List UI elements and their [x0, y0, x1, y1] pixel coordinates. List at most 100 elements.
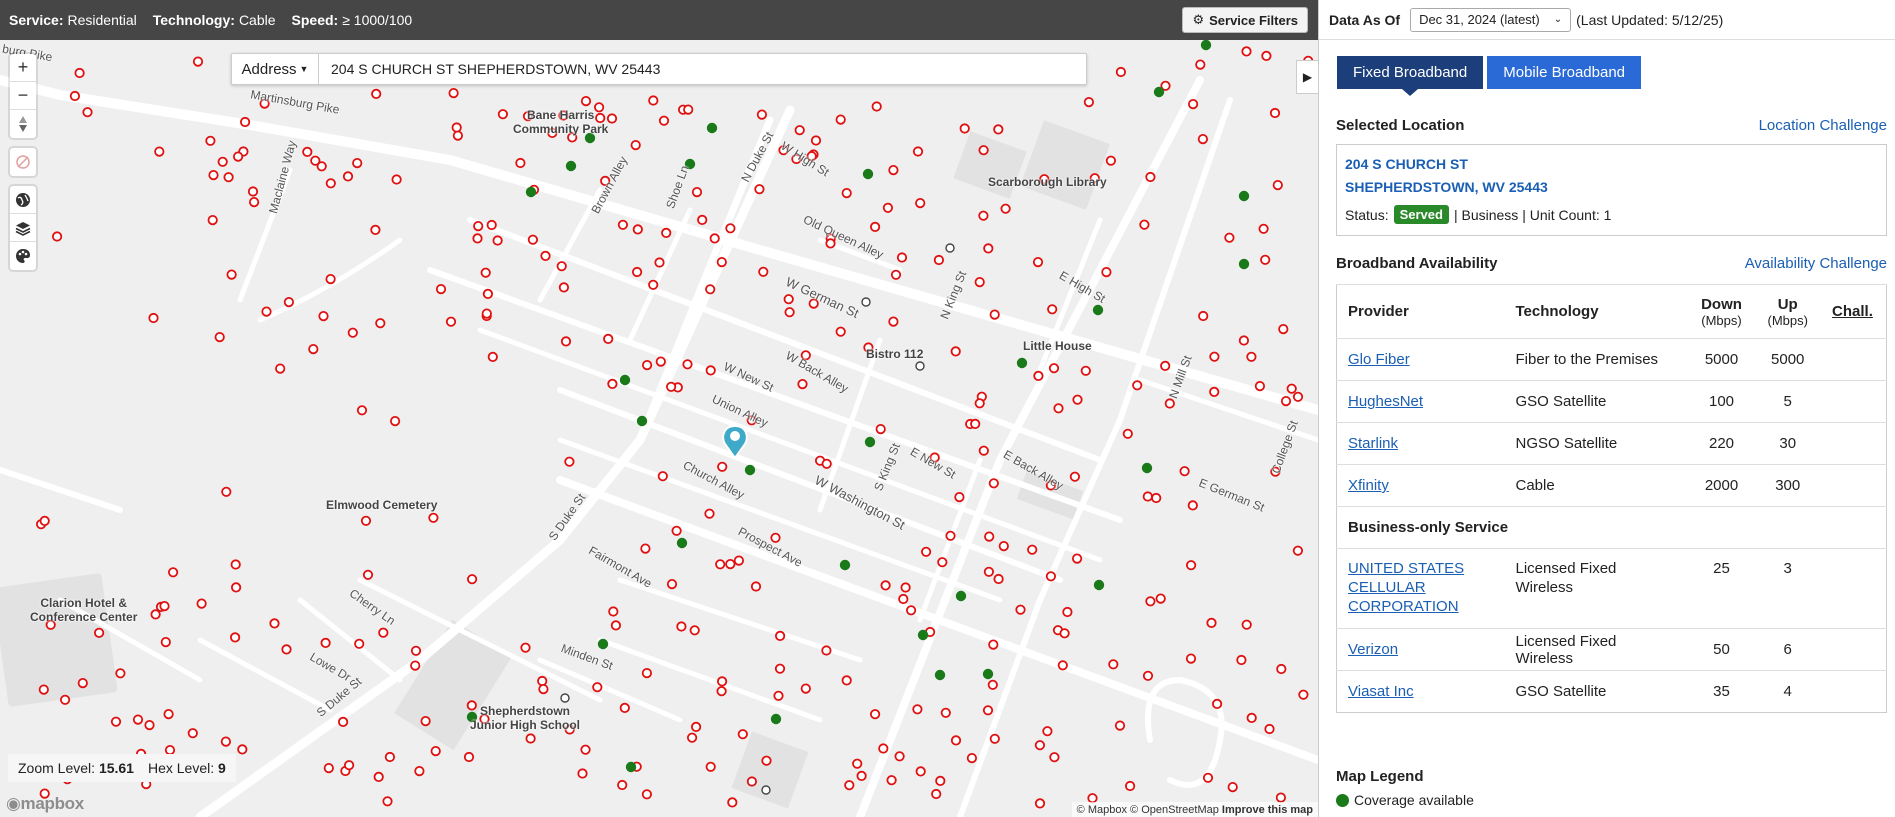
location-marker[interactable]	[1202, 772, 1214, 783]
location-marker[interactable]	[384, 751, 395, 763]
location-marker[interactable]	[869, 709, 881, 720]
location-marker[interactable]	[682, 359, 693, 370]
zoom-out-button[interactable]: −	[10, 82, 36, 110]
address-search-input[interactable]	[319, 61, 1086, 77]
location-marker[interactable]	[451, 122, 462, 133]
location-marker[interactable]	[1034, 740, 1046, 751]
location-marker[interactable]	[658, 115, 670, 126]
location-marker[interactable]	[603, 333, 614, 344]
location-marker[interactable]	[497, 109, 508, 120]
location-marker[interactable]	[487, 351, 498, 362]
location-marker[interactable]	[705, 284, 716, 295]
location-marker[interactable]	[343, 760, 355, 771]
location-marker[interactable]	[249, 197, 260, 208]
location-marker[interactable]	[657, 471, 668, 482]
location-marker[interactable]	[577, 768, 588, 779]
location-marker[interactable]	[856, 770, 867, 782]
location-marker[interactable]	[445, 316, 457, 327]
location-marker[interactable]	[1151, 492, 1162, 504]
coverage-marker[interactable]	[862, 168, 874, 180]
location-marker[interactable]	[1197, 134, 1209, 145]
location-marker[interactable]	[463, 751, 475, 763]
location-marker[interactable]	[933, 254, 945, 266]
location-marker[interactable]	[352, 158, 363, 169]
location-marker[interactable]	[520, 642, 531, 653]
location-marker[interactable]	[1059, 628, 1070, 639]
location-marker[interactable]	[988, 478, 999, 489]
basemap-style-button[interactable]	[10, 242, 36, 270]
location-marker[interactable]	[39, 515, 50, 526]
location-marker[interactable]	[515, 157, 526, 169]
location-marker[interactable]	[746, 776, 758, 787]
location-marker[interactable]	[689, 625, 700, 636]
location-marker[interactable]	[640, 543, 651, 554]
location-marker[interactable]	[163, 708, 174, 720]
location-marker[interactable]	[841, 675, 852, 686]
location-marker[interactable]	[356, 405, 368, 416]
location-marker[interactable]	[970, 418, 981, 429]
location-marker[interactable]	[978, 445, 989, 456]
location-marker[interactable]	[580, 95, 592, 107]
location-marker[interactable]	[1000, 203, 1011, 214]
location-marker[interactable]	[482, 288, 493, 299]
location-marker[interactable]	[869, 221, 881, 232]
location-marker[interactable]	[371, 88, 382, 100]
location-marker[interactable]	[1122, 428, 1133, 439]
location-marker[interactable]	[592, 682, 603, 693]
location-marker[interactable]	[486, 219, 497, 231]
location-marker[interactable]	[978, 210, 989, 221]
collapse-panel-button[interactable]: ▶	[1296, 60, 1318, 94]
location-marker[interactable]	[148, 312, 159, 324]
location-marker[interactable]	[1188, 98, 1199, 110]
location-marker[interactable]	[725, 223, 736, 234]
location-marker[interactable]	[1125, 780, 1136, 792]
location-marker[interactable]	[1132, 380, 1143, 391]
location-marker[interactable]	[716, 676, 728, 687]
location-marker[interactable]	[1160, 360, 1171, 371]
map-canvas[interactable]	[0, 40, 1318, 817]
location-marker[interactable]	[1115, 66, 1127, 78]
location-marker[interactable]	[725, 558, 736, 570]
location-marker[interactable]	[527, 234, 539, 245]
location-marker[interactable]	[560, 693, 570, 703]
location-marker[interactable]	[1164, 398, 1175, 409]
coverage-marker[interactable]	[917, 629, 929, 641]
location-marker[interactable]	[691, 187, 703, 198]
location-marker[interactable]	[1236, 654, 1247, 666]
location-marker[interactable]	[988, 639, 999, 650]
location-marker[interactable]	[221, 486, 232, 497]
location-marker[interactable]	[1045, 571, 1057, 582]
location-marker[interactable]	[890, 269, 902, 280]
location-marker[interactable]	[606, 113, 618, 124]
provider-link[interactable]: Starlink	[1348, 435, 1398, 452]
location-marker[interactable]	[237, 744, 248, 755]
location-marker[interactable]	[940, 707, 951, 718]
provider-link[interactable]: Glo Fiber	[1348, 351, 1410, 368]
location-marker[interactable]	[144, 719, 155, 731]
location-marker[interactable]	[915, 198, 926, 209]
location-marker[interactable]	[1286, 383, 1297, 394]
location-marker[interactable]	[773, 690, 784, 701]
location-marker[interactable]	[1264, 723, 1275, 735]
location-marker[interactable]	[430, 745, 441, 757]
location-marker[interactable]	[187, 728, 198, 739]
location-marker[interactable]	[844, 780, 855, 791]
location-marker[interactable]	[974, 277, 985, 288]
location-marker[interactable]	[1080, 365, 1091, 376]
location-marker[interactable]	[325, 178, 336, 189]
location-marker[interactable]	[704, 508, 715, 519]
location-marker[interactable]	[556, 261, 567, 272]
location-marker[interactable]	[1254, 380, 1266, 392]
location-marker[interactable]	[1047, 304, 1058, 315]
coverage-marker[interactable]	[706, 122, 718, 134]
location-marker[interactable]	[1072, 553, 1083, 564]
location-marker[interactable]	[435, 284, 447, 295]
location-marker[interactable]	[1015, 604, 1026, 615]
location-marker[interactable]	[473, 221, 484, 232]
location-marker[interactable]	[220, 736, 231, 747]
location-marker[interactable]	[1292, 545, 1304, 556]
location-marker[interactable]	[428, 512, 439, 523]
location-marker[interactable]	[989, 733, 1000, 744]
location-marker[interactable]	[226, 269, 237, 280]
location-marker[interactable]	[1069, 471, 1081, 482]
